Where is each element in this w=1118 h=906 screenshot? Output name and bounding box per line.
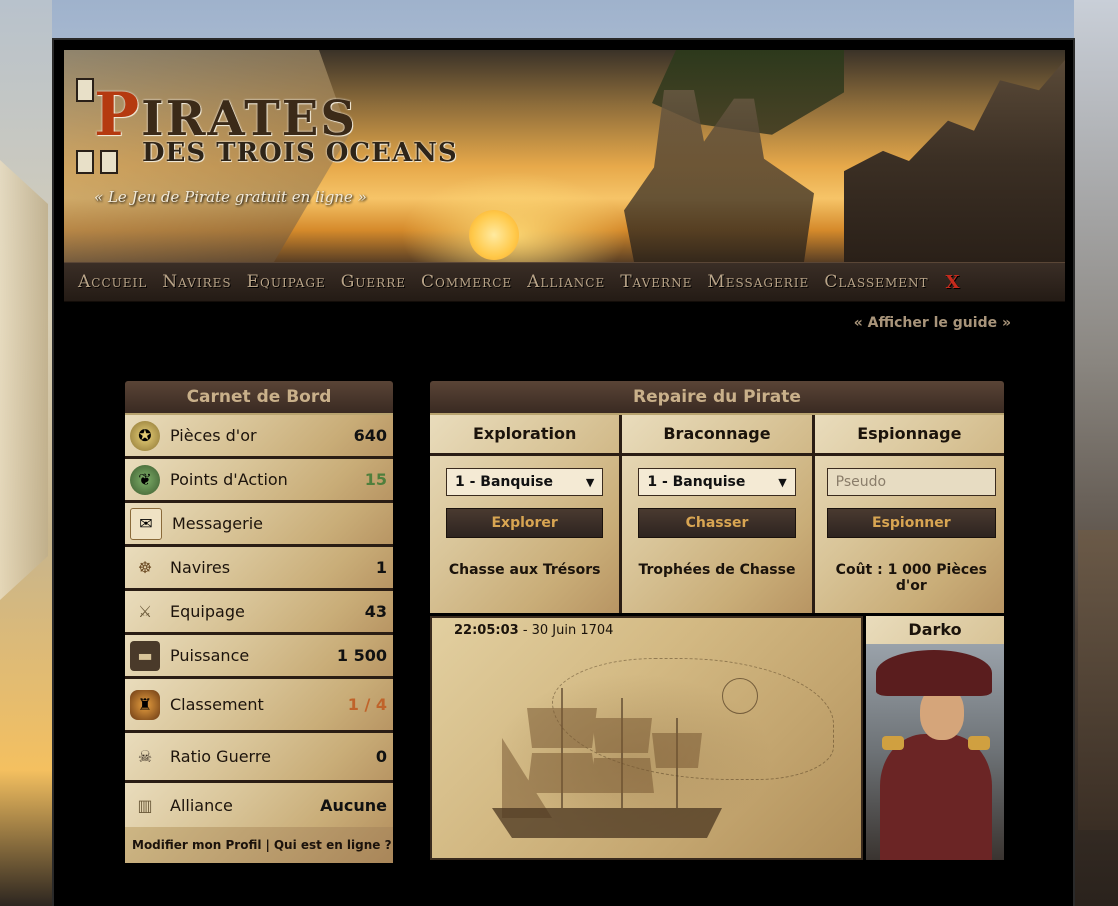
poaching-title: Braconnage — [622, 415, 812, 456]
espionage-title: Espionnage — [814, 415, 1004, 456]
logbook-label: Pièces d'or — [170, 426, 257, 445]
gold-coin-icon: ✪ — [130, 420, 160, 451]
who-is-online-link[interactable]: Qui est en ligne ? — [274, 838, 392, 852]
logbook-row-power[interactable]: ▬ Puissance 1 500 — [125, 635, 393, 679]
logbook-footer: Modifier mon Profil | Qui est en ligne ? — [125, 827, 393, 863]
logbook-label: Alliance — [170, 795, 233, 815]
exploration-column: Exploration 1 - Banquise ▼ Explorer Chas… — [430, 415, 620, 613]
hunting-trophies-link[interactable]: Trophées de Chasse — [638, 562, 796, 578]
background-right-scenery — [1074, 0, 1118, 906]
header-banner: PIRATES DES TROIS OCEANS « Le Jeu de Pir… — [64, 50, 1065, 262]
captain-name[interactable]: Darko — [866, 616, 1004, 644]
logbook-row-war-ratio[interactable]: ☠ Ratio Guerre 0 — [125, 733, 393, 783]
show-guide-link[interactable]: « Afficher le guide » — [854, 315, 1011, 331]
portrait-epaulette — [968, 736, 990, 750]
captain-portrait[interactable] — [866, 644, 1004, 860]
logbook-row-crew[interactable]: ⚔ Equipage 43 — [125, 591, 393, 635]
logbook-row-action-points[interactable]: ❦ Points d'Action 15 — [125, 459, 393, 503]
chevron-down-icon: ▼ — [778, 475, 787, 489]
logbook-row-ranking[interactable]: ♜ Classement 1 / 4 — [125, 679, 393, 733]
exploration-zone-select[interactable]: 1 - Banquise ▼ — [446, 468, 604, 496]
logbook-title: Carnet de Bord — [125, 381, 393, 415]
envelope-icon: ✉ — [130, 507, 162, 540]
nav-alliance[interactable]: Alliance — [527, 272, 605, 292]
captain-portrait-panel: Darko — [866, 616, 1004, 860]
game-clock-time: 22:05:03 — [454, 623, 519, 638]
logbook-row-messages[interactable]: ✉ Messagerie — [125, 503, 393, 547]
game-frame: PIRATES DES TROIS OCEANS « Le Jeu de Pir… — [52, 38, 1075, 906]
logbook-value: 1 / 4 — [347, 695, 387, 714]
game-clock: 22:05:03 - 30 Juin 1704 — [454, 623, 613, 638]
poaching-zone-select[interactable]: 1 - Banquise ▼ — [638, 468, 796, 496]
banner-sun — [469, 210, 519, 260]
pseudo-input[interactable]: Pseudo — [826, 468, 996, 496]
background-left-scenery — [0, 0, 52, 906]
main-nav: Accueil Navires Equipage Guerre Commerce… — [64, 262, 1065, 302]
chevron-down-icon: ▼ — [585, 475, 595, 489]
logo-tagline: « Le Jeu de Pirate gratuit en ligne » — [94, 188, 367, 206]
explore-button[interactable]: Explorer — [446, 508, 604, 538]
lantern-icon: ♜ — [130, 689, 160, 720]
portrait-hat — [876, 650, 992, 696]
footer-separator: | — [265, 838, 270, 852]
ship-wheel-icon: ☸ — [137, 558, 153, 577]
logbook-label: Messagerie — [172, 514, 263, 533]
lair-title: Repaire du Pirate — [430, 381, 1004, 415]
sailing-ship-illustration — [492, 688, 722, 838]
cannon-icon: ▬ — [130, 640, 160, 671]
nav-accueil[interactable]: Accueil — [78, 272, 147, 292]
parrot-icon: ❦ — [130, 464, 160, 495]
lair-actions: Exploration 1 - Banquise ▼ Explorer Chas… — [430, 415, 1004, 613]
pirate-lair-panel: Repaire du Pirate Exploration 1 - Banqui… — [430, 381, 1004, 860]
nav-taverne[interactable]: Taverne — [620, 272, 692, 292]
nav-navires[interactable]: Navires — [162, 272, 231, 292]
banner-town — [844, 60, 1065, 262]
logbook-value: Aucune — [320, 795, 387, 815]
logbook-value: 640 — [353, 426, 387, 445]
logbook-value: 15 — [364, 470, 387, 489]
nav-equipage[interactable]: Equipage — [247, 272, 326, 292]
game-clock-date: - 30 Juin 1704 — [522, 623, 614, 638]
logo-title-cap: P — [94, 80, 142, 150]
world-map-image[interactable]: 22:05:03 - 30 Juin 1704 — [430, 616, 863, 860]
portrait-coat — [880, 734, 992, 860]
nav-classement[interactable]: Classement — [824, 272, 928, 292]
nav-guerre[interactable]: Guerre — [341, 272, 406, 292]
fortress-icon: ▥ — [137, 795, 153, 815]
logout-button[interactable]: X — [946, 272, 961, 293]
lair-lower: 22:05:03 - 30 Juin 1704 Darko — [430, 616, 1004, 860]
background-house — [1078, 530, 1118, 830]
espionage-column: Espionnage Pseudo Espionner Coût : 1 000… — [814, 415, 1004, 613]
logbook-value: 1 — [375, 558, 387, 577]
logbook-row-alliance[interactable]: ▥ Alliance Aucune — [125, 783, 393, 827]
treasure-hunt-link[interactable]: Chasse aux Trésors — [446, 562, 603, 578]
background-sail — [0, 160, 48, 600]
logbook-value: 1 500 — [336, 646, 387, 665]
skull-crossbones-icon: ☠ — [137, 747, 153, 766]
logbook-label: Navires — [170, 558, 231, 577]
portrait-epaulette — [882, 736, 904, 750]
logbook-label: Ratio Guerre — [170, 747, 271, 766]
logbook-label: Points d'Action — [170, 470, 288, 489]
spy-button[interactable]: Espionner — [826, 508, 996, 538]
logbook-label: Puissance — [170, 646, 250, 665]
nav-messagerie[interactable]: Messagerie — [707, 272, 809, 292]
logbook-label: Classement — [170, 695, 264, 714]
logbook-row-gold[interactable]: ✪ Pièces d'or 640 — [125, 415, 393, 459]
logbook-value: 43 — [364, 602, 387, 621]
logo-subtitle: DES TROIS OCEANS — [142, 138, 458, 168]
nav-commerce[interactable]: Commerce — [421, 272, 512, 292]
logbook-panel: Carnet de Bord ✪ Pièces d'or 640 ❦ Point… — [125, 381, 393, 863]
logbook-value: 0 — [375, 747, 387, 766]
spy-cost: Coût : 1 000 Pièces d'or — [835, 562, 987, 594]
crossed-swords-icon: ⚔ — [137, 602, 153, 621]
hunt-button[interactable]: Chasser — [638, 508, 796, 538]
poaching-select-value: 1 - Banquise — [647, 474, 746, 490]
logbook-label: Equipage — [170, 602, 245, 621]
exploration-title: Exploration — [430, 415, 620, 456]
exploration-select-value: 1 - Banquise — [455, 474, 553, 490]
edit-profile-link[interactable]: Modifier mon Profil — [132, 838, 261, 852]
logbook-row-ships[interactable]: ☸ Navires 1 — [125, 547, 393, 591]
poaching-column: Braconnage 1 - Banquise ▼ Chasser Trophé… — [622, 415, 812, 613]
